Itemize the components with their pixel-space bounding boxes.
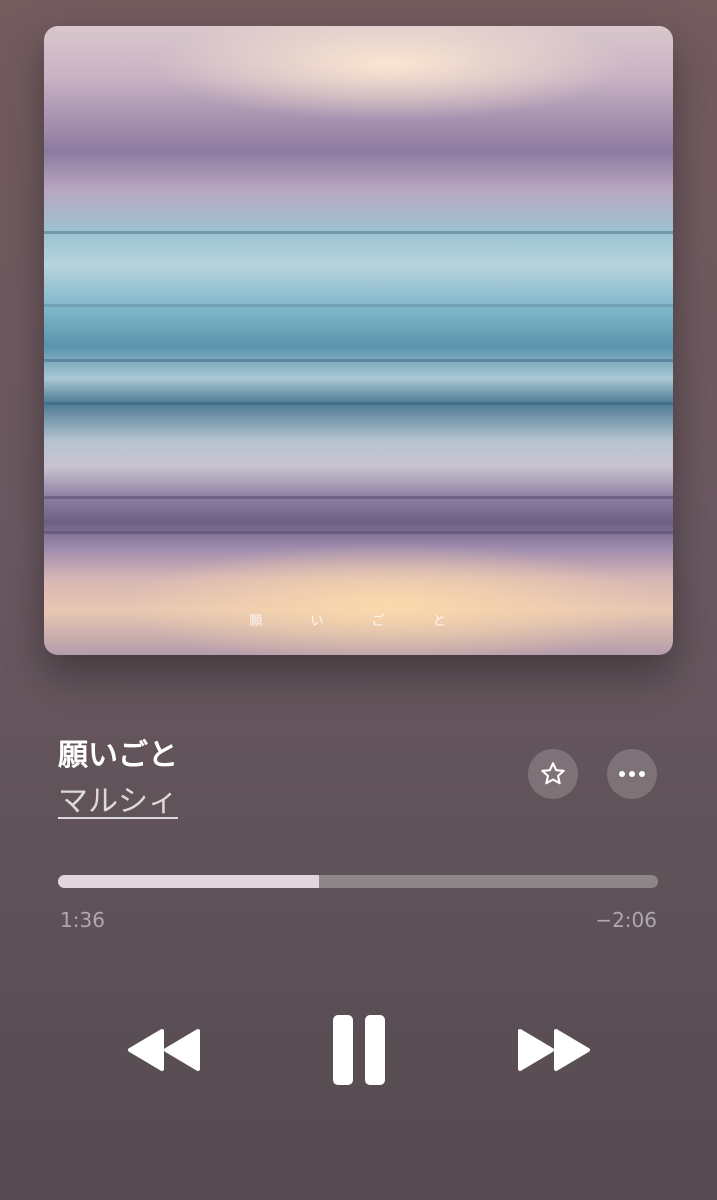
fast-forward-icon <box>518 1029 590 1071</box>
ellipsis-icon <box>619 771 645 777</box>
album-artwork: 願 い ご と <box>44 26 673 655</box>
pause-icon <box>333 1015 385 1085</box>
progress-fill <box>58 875 319 888</box>
fast-forward-button[interactable] <box>514 1022 594 1078</box>
favorite-button[interactable] <box>528 749 578 799</box>
remaining-time: −2:06 <box>595 908 657 932</box>
playback-scrubber[interactable] <box>58 875 658 888</box>
track-title: 願いごと <box>58 738 178 773</box>
album-caption: 願 い ご と <box>249 614 468 629</box>
star-icon <box>541 762 565 785</box>
rewind-icon <box>128 1029 200 1071</box>
elapsed-time: 1:36 <box>60 908 105 932</box>
pause-button[interactable] <box>328 1010 390 1090</box>
rewind-button[interactable] <box>124 1022 204 1078</box>
artist-link[interactable]: マルシィ <box>58 776 178 820</box>
more-options-button[interactable] <box>607 749 657 799</box>
